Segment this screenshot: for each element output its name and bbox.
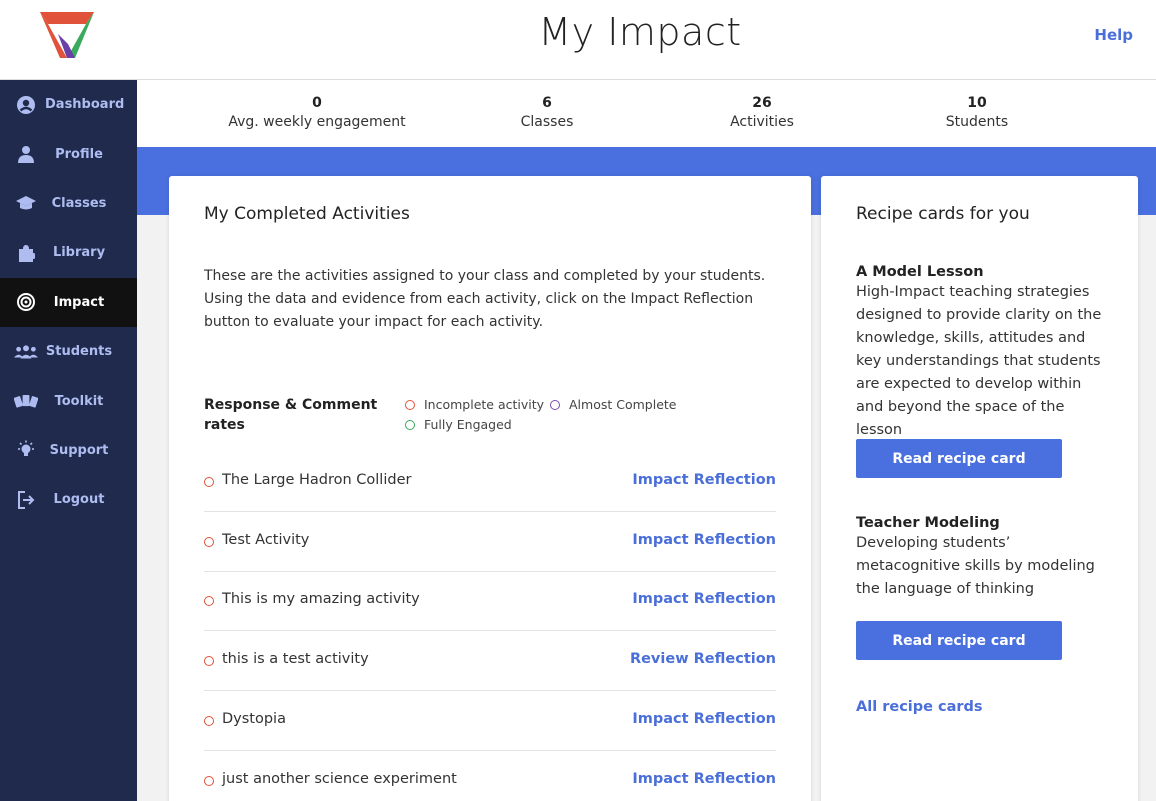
card-title: Recipe cards for you [856, 204, 1030, 224]
activity-name: This is my amazing activity [222, 591, 420, 607]
stat-label: Activities [730, 114, 794, 130]
recipe-description: High-Impact teaching strategies designed… [856, 284, 1102, 438]
activity-row: just another science experiment Impact R… [204, 751, 776, 801]
activity-row: The Large Hadron Collider Impact Reflect… [204, 452, 776, 512]
group-icon [14, 342, 38, 362]
sidebar-item-toolkit[interactable]: Toolkit [0, 376, 137, 425]
impact-reflection-link[interactable]: Impact Reflection [632, 771, 776, 787]
legend-title: Response & Comment rates [204, 397, 378, 433]
sidebar-item-label: Impact [53, 294, 105, 310]
recipe-title: Teacher Modeling [856, 515, 1000, 531]
activity-name: just another science experiment [222, 771, 457, 787]
stat-value: 0 [312, 95, 322, 111]
status-dot-icon [204, 656, 214, 666]
sidebar-item-label: Library [52, 245, 106, 261]
status-dot-icon [204, 537, 214, 547]
sidebar-item-label: Logout [53, 492, 105, 508]
user-circle-icon [14, 95, 38, 115]
page-title: My Impact [538, 10, 742, 54]
legend-incomplete: Incomplete activity [405, 397, 544, 412]
sidebar-item-dashboard[interactable]: Dashboard [0, 80, 137, 129]
stat-students: 10 Students [877, 95, 1077, 130]
cards-icon [14, 391, 38, 411]
status-dot-icon [204, 716, 214, 726]
impact-reflection-link[interactable]: Impact Reflection [632, 591, 776, 607]
completed-activities-card: My Completed Activities These are the ac… [169, 176, 811, 801]
sidebar-item-logout[interactable]: Logout [0, 475, 137, 524]
sidebar-item-classes[interactable]: Classes [0, 179, 137, 228]
top-bar: My Impact Help [0, 0, 1156, 80]
activity-name: Dystopia [222, 711, 286, 727]
sidebar-item-profile[interactable]: Profile [0, 129, 137, 178]
sidebar-item-students[interactable]: Students [0, 327, 137, 376]
activity-row: Dystopia Impact Reflection [204, 691, 776, 751]
sidebar-item-label: Students [45, 344, 113, 360]
stat-classes: 6 Classes [447, 95, 647, 130]
impact-reflection-link[interactable]: Impact Reflection [632, 532, 776, 548]
recipe-description: Developing students’ metacognitive skill… [856, 535, 1095, 597]
activity-row: this is a test activity Review Reflectio… [204, 631, 776, 691]
sidebar-item-label: Classes [51, 195, 107, 211]
review-reflection-link[interactable]: Review Reflection [630, 651, 776, 667]
stats-bar: 0 Avg. weekly engagement 6 Classes 26 Ac… [137, 80, 1156, 147]
recipe-model-lesson: A Model Lesson High-Impact teaching stra… [856, 264, 1106, 442]
sidebar-item-library[interactable]: Library [0, 228, 137, 277]
sidebar: Dashboard Profile Classes Library Impact… [0, 80, 137, 801]
stat-value: 6 [542, 95, 552, 111]
read-recipe-card-button[interactable]: Read recipe card [856, 621, 1062, 660]
incomplete-dot-icon [405, 399, 415, 410]
almost-complete-dot-icon [550, 399, 560, 410]
status-dot-icon [204, 776, 214, 786]
sidebar-item-label: Dashboard [45, 97, 125, 113]
legend-almost-complete: Almost Complete [550, 397, 676, 412]
activity-name: The Large Hadron Collider [222, 472, 412, 488]
sidebar-item-label: Support [49, 442, 109, 458]
stat-activities: 26 Activities [662, 95, 862, 130]
sidebar-item-label: Toolkit [54, 393, 104, 409]
impact-reflection-link[interactable]: Impact Reflection [632, 472, 776, 488]
read-recipe-card-button[interactable]: Read recipe card [856, 439, 1062, 478]
logout-icon [14, 490, 38, 510]
activity-row: This is my amazing activity Impact Refle… [204, 571, 776, 631]
puzzle-icon [14, 243, 38, 263]
graduation-cap-icon [14, 193, 38, 213]
sidebar-item-support[interactable]: Support [0, 426, 137, 475]
sidebar-item-impact[interactable]: Impact [0, 277, 137, 327]
stat-value: 10 [967, 95, 987, 111]
help-link[interactable]: Help [1094, 26, 1133, 44]
stat-label: Classes [520, 114, 574, 130]
recipe-title: A Model Lesson [856, 264, 984, 280]
legend-fully-engaged: Fully Engaged [405, 417, 512, 432]
status-dot-icon [204, 477, 214, 487]
status-dot-icon [204, 596, 214, 606]
lightbulb-icon [14, 440, 38, 460]
card-title: My Completed Activities [204, 204, 410, 224]
stat-label: Avg. weekly engagement [228, 114, 406, 130]
activity-name: this is a test activity [222, 651, 369, 667]
impact-reflection-link[interactable]: Impact Reflection [632, 711, 776, 727]
target-icon [14, 292, 38, 312]
fully-engaged-dot-icon [405, 419, 415, 430]
stat-label: Students [945, 114, 1009, 130]
stat-avg-engagement: 0 Avg. weekly engagement [217, 95, 417, 130]
sidebar-item-label: Profile [55, 146, 103, 162]
person-icon [14, 144, 38, 164]
activity-name: Test Activity [222, 532, 310, 548]
stat-value: 26 [752, 95, 772, 111]
recipe-teacher-modeling: Teacher Modeling Developing students’ me… [856, 515, 1106, 601]
all-recipe-cards-link[interactable]: All recipe cards [856, 699, 983, 715]
intro-text: These are the activities assigned to you… [204, 268, 766, 330]
activity-row: Test Activity Impact Reflection [204, 512, 776, 572]
recipe-cards-card: Recipe cards for you A Model Lesson High… [821, 176, 1138, 801]
